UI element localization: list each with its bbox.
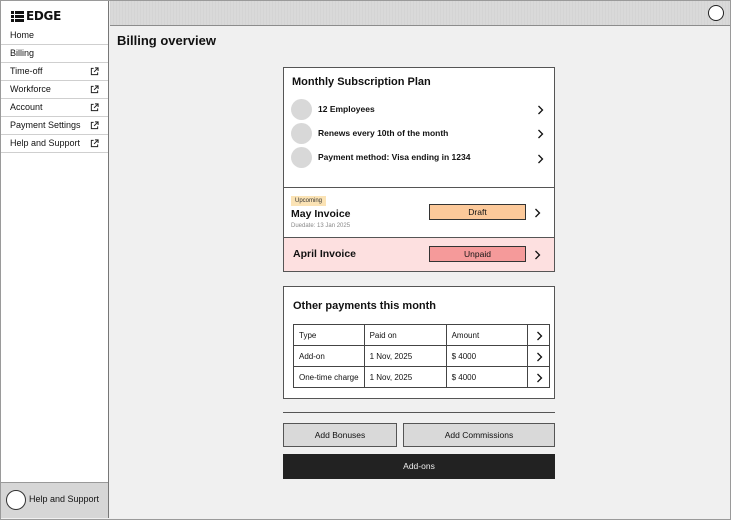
header-chevron-cell[interactable] — [526, 324, 550, 346]
sidebar-item-time-off[interactable]: Time-off — [1, 63, 108, 81]
sidebar-item-billing[interactable]: Billing — [1, 45, 108, 63]
sidebar-item-payment-settings[interactable]: Payment Settings — [1, 117, 108, 135]
chevron-right-icon — [536, 331, 543, 341]
logo-text: EDGE — [26, 9, 62, 23]
status-badge-unpaid: Unpaid — [429, 246, 526, 262]
subscription-row-employees[interactable]: 12 Employees — [291, 99, 549, 121]
subscription-row-label: 12 Employees — [318, 104, 375, 114]
sidebar-item-label: Time-off — [10, 66, 43, 76]
top-bar — [110, 1, 730, 26]
other-payments-card: Other payments this month Type Paid on A… — [283, 286, 555, 399]
cell-amount: $ 4000 — [445, 345, 528, 367]
sidebar-nav: Home Billing Time-off Workforce Account … — [1, 27, 108, 153]
column-header-amount: Amount — [445, 324, 528, 346]
subscription-row-label: Payment method: Visa ending in 1234 — [318, 152, 471, 162]
sidebar-footer-help[interactable]: Help and Support — [1, 482, 108, 518]
cell-type: Add-on — [293, 345, 365, 367]
invoice-due-date: Duedate: 13 Jan 2025 — [291, 223, 351, 229]
subscription-row-renewal[interactable]: Renews every 10th of the month — [291, 123, 549, 145]
logo: EDGE — [11, 9, 61, 23]
avatar-icon — [6, 490, 26, 510]
sidebar-item-account[interactable]: Account — [1, 99, 108, 117]
payments-table: Type Paid on Amount Add-on 1 Nov, 2025 $… — [293, 324, 550, 388]
column-header-type: Type — [293, 324, 365, 346]
invoice-name: May Invoice — [291, 208, 351, 220]
invoice-name: April Invoice — [293, 248, 357, 260]
divider — [283, 412, 555, 413]
table-row[interactable]: Add-on 1 Nov, 2025 $ 4000 — [293, 345, 550, 367]
external-link-icon — [90, 85, 99, 94]
sidebar-item-label: Home — [10, 30, 35, 40]
add-commissions-button[interactable]: Add Commissions — [403, 423, 555, 447]
placeholder-icon — [291, 99, 312, 120]
external-link-icon — [90, 67, 99, 76]
external-link-icon — [90, 139, 99, 148]
cell-paid-on: 1 Nov, 2025 — [363, 345, 447, 367]
row-chevron-cell[interactable] — [526, 345, 550, 367]
sidebar-footer-label: Help and Support — [29, 494, 100, 504]
chevron-right-icon — [535, 250, 541, 260]
chevron-right-icon — [535, 208, 541, 218]
logo-mark-icon — [11, 10, 24, 22]
subscription-card: Monthly Subscription Plan 12 Employees R… — [283, 67, 555, 272]
sidebar-item-label: Help and Support — [10, 138, 81, 148]
cell-paid-on: 1 Nov, 2025 — [363, 366, 447, 388]
chevron-right-icon — [538, 129, 544, 139]
add-bonuses-button[interactable]: Add Bonuses — [283, 423, 397, 447]
placeholder-icon — [291, 123, 312, 144]
cell-type: One-time charge — [293, 366, 365, 388]
subscription-row-label: Renews every 10th of the month — [318, 128, 449, 138]
sidebar-item-help-and-support[interactable]: Help and Support — [1, 135, 108, 153]
page-title: Billing overview — [117, 33, 216, 48]
subscription-row-payment-method[interactable]: Payment method: Visa ending in 1234 — [291, 147, 549, 169]
column-header-paid-on: Paid on — [363, 324, 447, 346]
chevron-right-icon — [536, 352, 543, 362]
add-ons-button[interactable]: Add-ons — [283, 454, 555, 479]
chevron-right-icon — [536, 373, 543, 383]
upcoming-badge: Upcoming — [291, 196, 327, 206]
table-header-row: Type Paid on Amount — [293, 324, 550, 346]
placeholder-icon — [291, 147, 312, 168]
cell-amount: $ 4000 — [445, 366, 528, 388]
may-invoice-row[interactable]: Upcoming May Invoice Duedate: 13 Jan 202… — [284, 187, 554, 237]
sidebar-item-label: Payment Settings — [10, 120, 81, 130]
sidebar-item-workforce[interactable]: Workforce — [1, 81, 108, 99]
table-row[interactable]: One-time charge 1 Nov, 2025 $ 4000 — [293, 366, 550, 388]
sidebar-item-label: Billing — [10, 48, 35, 58]
external-link-icon — [90, 121, 99, 130]
subscription-title: Monthly Subscription Plan — [292, 76, 431, 88]
sidebar-item-label: Workforce — [10, 84, 51, 94]
status-badge-draft: Draft — [429, 204, 526, 220]
row-chevron-cell[interactable] — [526, 366, 550, 388]
chevron-right-icon — [538, 105, 544, 115]
other-payments-title: Other payments this month — [293, 300, 437, 312]
user-avatar-icon[interactable] — [708, 5, 724, 21]
external-link-icon — [90, 103, 99, 112]
sidebar: EDGE Home Billing Time-off Workforce Acc… — [1, 1, 109, 518]
sidebar-item-label: Account — [10, 102, 43, 112]
sidebar-item-home[interactable]: Home — [1, 27, 108, 45]
april-invoice-row[interactable]: April Invoice Unpaid — [284, 237, 554, 271]
chevron-right-icon — [538, 154, 544, 164]
